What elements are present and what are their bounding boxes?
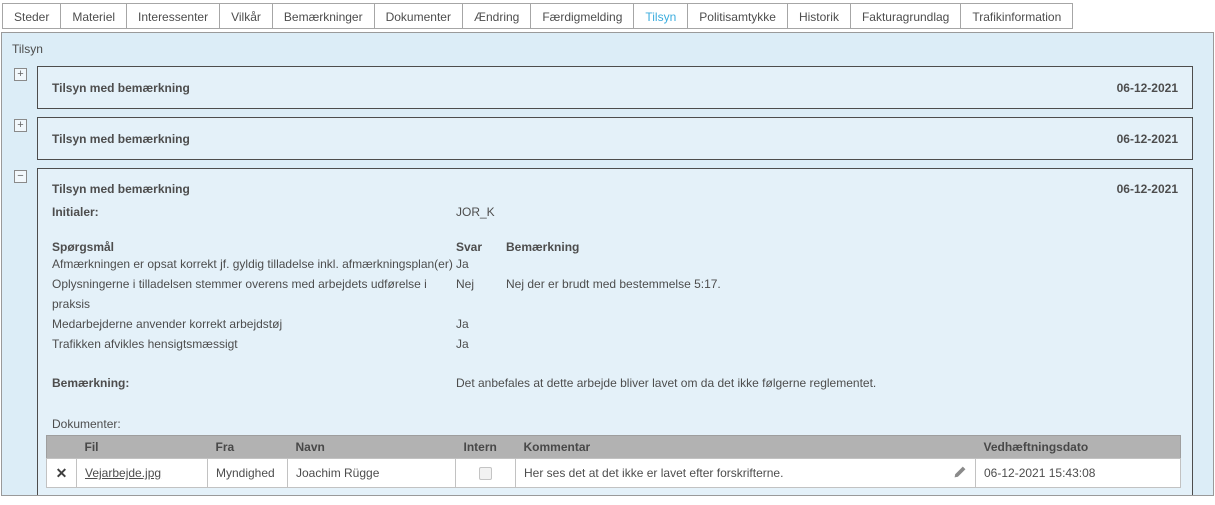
inspection-header: Tilsyn med bemærkning 06-12-2021	[37, 117, 1193, 160]
intern-cell	[456, 459, 516, 488]
documents-table: Fil Fra Navn Intern Kommentar Vedhæftnin…	[46, 435, 1181, 488]
tab-bar: Steder Materiel Interessenter Vilkår Bem…	[0, 0, 1215, 29]
inspection-title: Tilsyn med bemærkning	[52, 81, 190, 95]
initials-label: Initialer:	[52, 205, 456, 219]
collapse-icon[interactable]: −	[14, 170, 27, 183]
kommentar-col-header: Kommentar	[516, 436, 976, 459]
fra-cell: Myndighed	[208, 459, 288, 488]
question-text: Oplysningerne i tilladelsen stemmer over…	[52, 274, 456, 314]
question-text: Afmærkningen er opsat korrekt jf. gyldig…	[52, 254, 456, 274]
date-cell: 06-12-2021 15:43:08	[976, 459, 1181, 488]
tilsyn-panel: Tilsyn + Tilsyn med bemærkning 06-12-202…	[1, 32, 1214, 496]
documents-table-wrap: Fil Fra Navn Intern Kommentar Vedhæftnin…	[46, 435, 1181, 488]
inspection-date: 06-12-2021	[1117, 132, 1178, 146]
panel-title: Tilsyn	[2, 33, 1213, 66]
inspection-section-3: − Tilsyn med bemærkning 06-12-2021 Initi…	[2, 168, 1213, 496]
inspection-section-2: + Tilsyn med bemærkning 06-12-2021	[2, 117, 1213, 160]
document-row: ✕ Vejarbejde.jpg Myndighed Joachim Rügge	[47, 459, 1181, 488]
documents-label: Dokumenter:	[38, 417, 1192, 431]
remark-value: Nej der er brudt med bestemmelse 5:17.	[506, 274, 1178, 314]
tab-aendring[interactable]: Ændring	[462, 3, 531, 29]
tab-trafikinformation[interactable]: Trafikinformation	[960, 3, 1073, 29]
remark-text: Det anbefales at dette arbejde bliver la…	[456, 376, 1178, 390]
expand-icon[interactable]: +	[14, 68, 27, 81]
remark-col-header: Bemærkning	[506, 240, 1178, 254]
fra-col-header: Fra	[208, 436, 288, 459]
dato-col-header: Vedhæftningsdato	[976, 436, 1181, 459]
tab-steder[interactable]: Steder	[2, 3, 61, 29]
answer-col-header: Svar	[456, 240, 506, 254]
question-row: Afmærkningen er opsat korrekt jf. gyldig…	[38, 254, 1192, 274]
comment-cell: Her ses det at det ikke er lavet efter f…	[516, 459, 976, 488]
expand-icon[interactable]: +	[14, 119, 27, 132]
inspection-detail: Tilsyn med bemærkning 06-12-2021 Initial…	[37, 168, 1193, 496]
tab-dokumenter[interactable]: Dokumenter	[374, 3, 463, 29]
answer-value: Ja	[456, 334, 506, 354]
remark-row: Bemærkning: Det anbefales at dette arbej…	[38, 376, 1192, 390]
inspection-date: 06-12-2021	[1117, 81, 1178, 95]
initials-value: JOR_K	[456, 205, 1178, 219]
remark-value	[506, 334, 1178, 354]
intern-col-header: Intern	[456, 436, 516, 459]
question-row: Oplysningerne i tilladelsen stemmer over…	[38, 274, 1192, 314]
inspection-section-1: + Tilsyn med bemærkning 06-12-2021	[2, 66, 1213, 109]
delete-icon[interactable]: ✕	[47, 459, 77, 488]
answer-value: Ja	[456, 254, 506, 274]
answer-value: Ja	[456, 314, 506, 334]
delete-col-header	[47, 436, 77, 459]
inspection-date: 06-12-2021	[1117, 182, 1178, 196]
inspection-header: Tilsyn med bemærkning 06-12-2021	[37, 66, 1193, 109]
documents-table-header-row: Fil Fra Navn Intern Kommentar Vedhæftnin…	[47, 436, 1181, 459]
inspection-title: Tilsyn med bemærkning	[52, 182, 190, 196]
questions-header: Spørgsmål Svar Bemærkning	[38, 240, 1192, 254]
tab-interessenter[interactable]: Interessenter	[126, 3, 220, 29]
file-link[interactable]: Vejarbejde.jpg	[85, 466, 161, 480]
comment-text: Her ses det at det ikke er lavet efter f…	[524, 466, 783, 480]
file-cell: Vejarbejde.jpg	[77, 459, 208, 488]
pencil-icon[interactable]	[953, 465, 967, 482]
question-row: Medarbejderne anvender korrekt arbejdstø…	[38, 314, 1192, 334]
tab-fakturagrundlag[interactable]: Fakturagrundlag	[850, 3, 961, 29]
tab-tilsyn[interactable]: Tilsyn	[633, 3, 688, 29]
remark-value	[506, 254, 1178, 274]
tab-faerdigmelding[interactable]: Færdigmelding	[530, 3, 634, 29]
question-text: Medarbejderne anvender korrekt arbejdstø…	[52, 314, 456, 334]
tab-bemaerkninger[interactable]: Bemærkninger	[272, 3, 375, 29]
question-col-header: Spørgsmål	[52, 240, 456, 254]
tab-vilkaar[interactable]: Vilkår	[219, 3, 273, 29]
navn-col-header: Navn	[288, 436, 456, 459]
tab-politisamtykke[interactable]: Politisamtykke	[687, 3, 788, 29]
inspection-title: Tilsyn med bemærkning	[52, 132, 190, 146]
question-row: Trafikken afvikles hensigtsmæssigt Ja	[38, 334, 1192, 354]
fil-col-header: Fil	[77, 436, 208, 459]
navn-cell: Joachim Rügge	[288, 459, 456, 488]
inspection-header: Tilsyn med bemærkning 06-12-2021	[38, 169, 1192, 196]
tab-materiel[interactable]: Materiel	[60, 3, 127, 29]
answer-value: Nej	[456, 274, 506, 314]
intern-checkbox[interactable]	[479, 467, 492, 480]
tab-historik[interactable]: Historik	[787, 3, 851, 29]
initials-row: Initialer: JOR_K	[38, 205, 1192, 219]
question-text: Trafikken afvikles hensigtsmæssigt	[52, 334, 456, 354]
remark-value	[506, 314, 1178, 334]
remark-label: Bemærkning:	[52, 376, 456, 390]
